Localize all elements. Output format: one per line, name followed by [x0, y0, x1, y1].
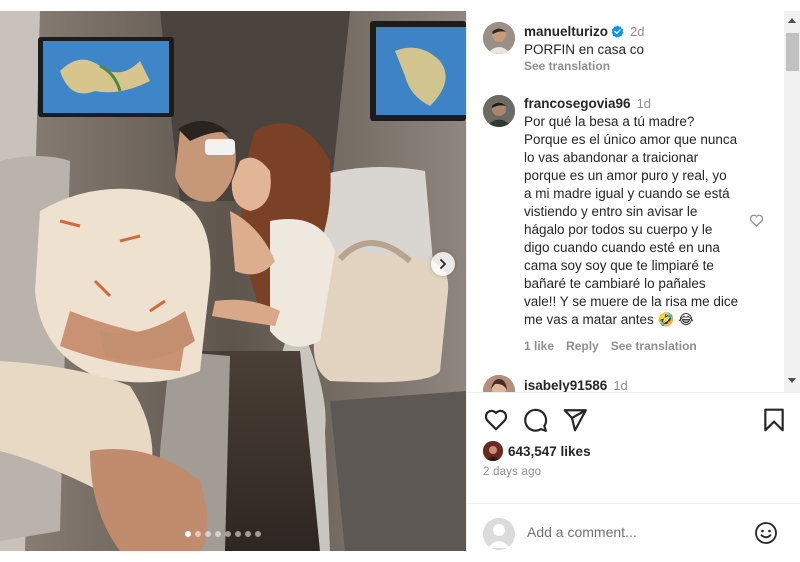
current-user-avatar	[483, 518, 515, 550]
carousel-dot	[195, 531, 201, 537]
scroll-down-arrow-icon[interactable]	[788, 378, 796, 383]
smiley-icon[interactable]	[754, 521, 778, 545]
window-top-strip	[0, 0, 800, 11]
comment-heart-icon[interactable]	[749, 213, 764, 228]
carousel-dot	[185, 531, 191, 537]
comments-list: manuelturizo 2d PORFIN en casa co See tra…	[467, 11, 783, 392]
window-bottom-strip	[0, 551, 800, 562]
comment-text: Por qué la besa a tú madre? Porque es el…	[524, 114, 739, 327]
comment-likes-count[interactable]: 1 like	[524, 339, 554, 353]
commenter-username[interactable]: francosegovia96	[524, 96, 631, 111]
bookmark-icon[interactable]	[761, 407, 787, 433]
carousel-indicator	[185, 531, 261, 537]
heart-icon[interactable]	[483, 407, 509, 433]
post-actions: 643,547 likes 2 days ago	[467, 392, 800, 551]
comment-header: isabely91586 1d	[524, 377, 628, 392]
carousel-dot	[215, 531, 221, 537]
post-side-panel: manuelturizo 2d PORFIN en casa co See tra…	[466, 11, 800, 551]
comment-time: 1d	[613, 378, 628, 392]
commenter-avatar-image	[483, 95, 515, 127]
liker-avatar-image	[483, 441, 503, 461]
caption-see-translation-link[interactable]: See translation	[524, 59, 610, 73]
caption-text: PORFIN en casa co	[524, 42, 645, 57]
add-comment-bar	[467, 503, 800, 552]
author-avatar-image	[483, 22, 515, 54]
comment-time: 1d	[636, 96, 652, 111]
comment-see-translation-link[interactable]: See translation	[611, 339, 697, 353]
caption-time: 2d	[630, 24, 645, 39]
post-photo[interactable]	[0, 11, 466, 551]
carousel-dot	[225, 531, 231, 537]
carousel-dot	[205, 531, 211, 537]
author-avatar[interactable]	[483, 22, 515, 54]
scrollbar-thumb[interactable]	[786, 33, 799, 71]
verified-badge-icon	[611, 25, 624, 38]
chevron-right-icon	[440, 259, 446, 269]
commenter-avatar[interactable]	[483, 95, 515, 127]
commenter-username[interactable]: isabely91586	[524, 378, 607, 392]
carousel-dot	[235, 531, 241, 537]
caption-header: manuelturizo 2d	[524, 23, 764, 41]
carousel-dot	[245, 531, 251, 537]
post-time-ago[interactable]: 2 days ago	[483, 466, 541, 478]
likes-count[interactable]: 643,547 likes	[508, 444, 591, 459]
liker-avatar[interactable]	[483, 441, 503, 461]
commenter-avatar-image	[483, 375, 515, 392]
comments-scrollbar[interactable]	[784, 11, 800, 392]
paper-plane-icon[interactable]	[562, 407, 588, 433]
likes-row[interactable]: 643,547 likes	[483, 441, 591, 461]
commenter-avatar[interactable]	[483, 375, 515, 392]
default-user-icon	[483, 518, 515, 550]
photo-scene-illustration	[0, 11, 466, 551]
carousel-dot	[255, 531, 261, 537]
carousel-next-button[interactable]	[431, 252, 455, 276]
comment-meta: 1 like Reply See translation	[524, 339, 697, 353]
comment-bubble-icon[interactable]	[522, 407, 548, 433]
scroll-up-arrow-icon[interactable]	[788, 18, 796, 23]
add-comment-input[interactable]	[527, 524, 737, 540]
comment-header: francosegovia96 1d	[524, 95, 651, 113]
author-username[interactable]: manuelturizo	[524, 24, 608, 39]
comment-reply-button[interactable]: Reply	[566, 339, 599, 353]
